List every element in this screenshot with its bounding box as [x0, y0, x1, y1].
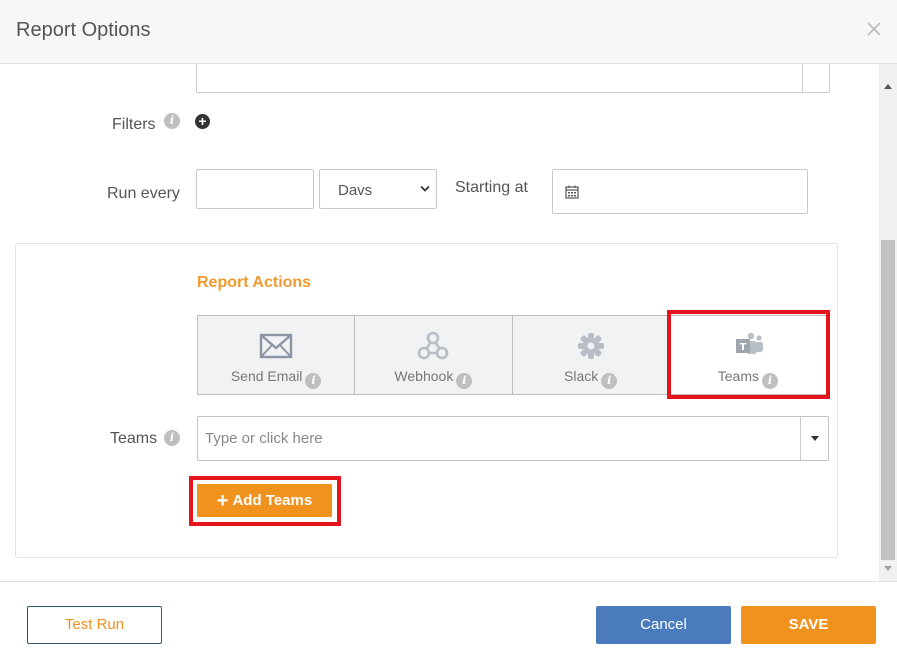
- report-actions-title: Report Actions: [197, 274, 312, 291]
- dialog-title: Report Options: [16, 19, 151, 41]
- action-webhook[interactable]: Webhook i: [355, 316, 513, 394]
- calendar-icon: [565, 185, 579, 199]
- run-every-label: Run every: [107, 185, 180, 202]
- cancel-button[interactable]: Cancel: [596, 606, 731, 644]
- starting-at-input[interactable]: [552, 169, 808, 214]
- interval-select[interactable]: Davs: [319, 169, 437, 209]
- cut-off-label: [90, 64, 110, 68]
- slack-info-icon[interactable]: i: [601, 373, 618, 389]
- send-email-info-icon[interactable]: i: [305, 373, 322, 389]
- report-actions-panel: [15, 243, 838, 558]
- teams-label: Teams: [110, 430, 158, 447]
- filters-info-icon[interactable]: i: [164, 113, 180, 129]
- dialog-body: Filters i + Run every Davs Starting at R…: [0, 64, 897, 581]
- starting-at-label: Starting at: [455, 179, 528, 196]
- save-button[interactable]: SAVE: [741, 606, 876, 644]
- slack-icon: [577, 333, 604, 359]
- close-icon[interactable]: [863, 18, 885, 40]
- webhook-icon: [418, 331, 449, 360]
- interval-select-value: Davs: [338, 182, 373, 199]
- scroll-down-icon[interactable]: [884, 566, 892, 571]
- cut-off-input[interactable]: [196, 64, 830, 93]
- action-send-email-label: Send Email: [230, 368, 303, 384]
- chevron-down-icon: [420, 185, 430, 192]
- action-send-email[interactable]: Send Email i: [198, 316, 356, 394]
- webhook-info-icon[interactable]: i: [456, 373, 473, 389]
- action-slack[interactable]: Slack i: [512, 316, 670, 394]
- dialog-header: Report Options: [0, 0, 897, 64]
- envelope-icon: [259, 333, 293, 359]
- run-every-input[interactable]: [196, 169, 314, 209]
- dropdown-caret-icon[interactable]: [811, 436, 819, 441]
- test-run-button[interactable]: Test Run: [27, 606, 162, 644]
- action-webhook-label: Webhook: [394, 368, 454, 384]
- teams-option-highlight: [667, 310, 830, 399]
- scroll-up-icon[interactable]: [884, 84, 892, 89]
- dialog-footer: Test Run Cancel SAVE: [0, 581, 897, 660]
- teams-input-placeholder: Type or click here: [205, 430, 323, 447]
- add-teams-highlight: [189, 476, 341, 526]
- scrollbar[interactable]: [879, 64, 897, 581]
- filters-label: Filters: [112, 116, 156, 133]
- teams-field-info-icon[interactable]: i: [164, 430, 180, 446]
- teams-input[interactable]: Type or click here: [197, 416, 829, 461]
- add-filter-icon[interactable]: +: [195, 114, 210, 129]
- action-slack-label: Slack: [564, 368, 599, 384]
- scrollbar-thumb[interactable]: [881, 240, 895, 560]
